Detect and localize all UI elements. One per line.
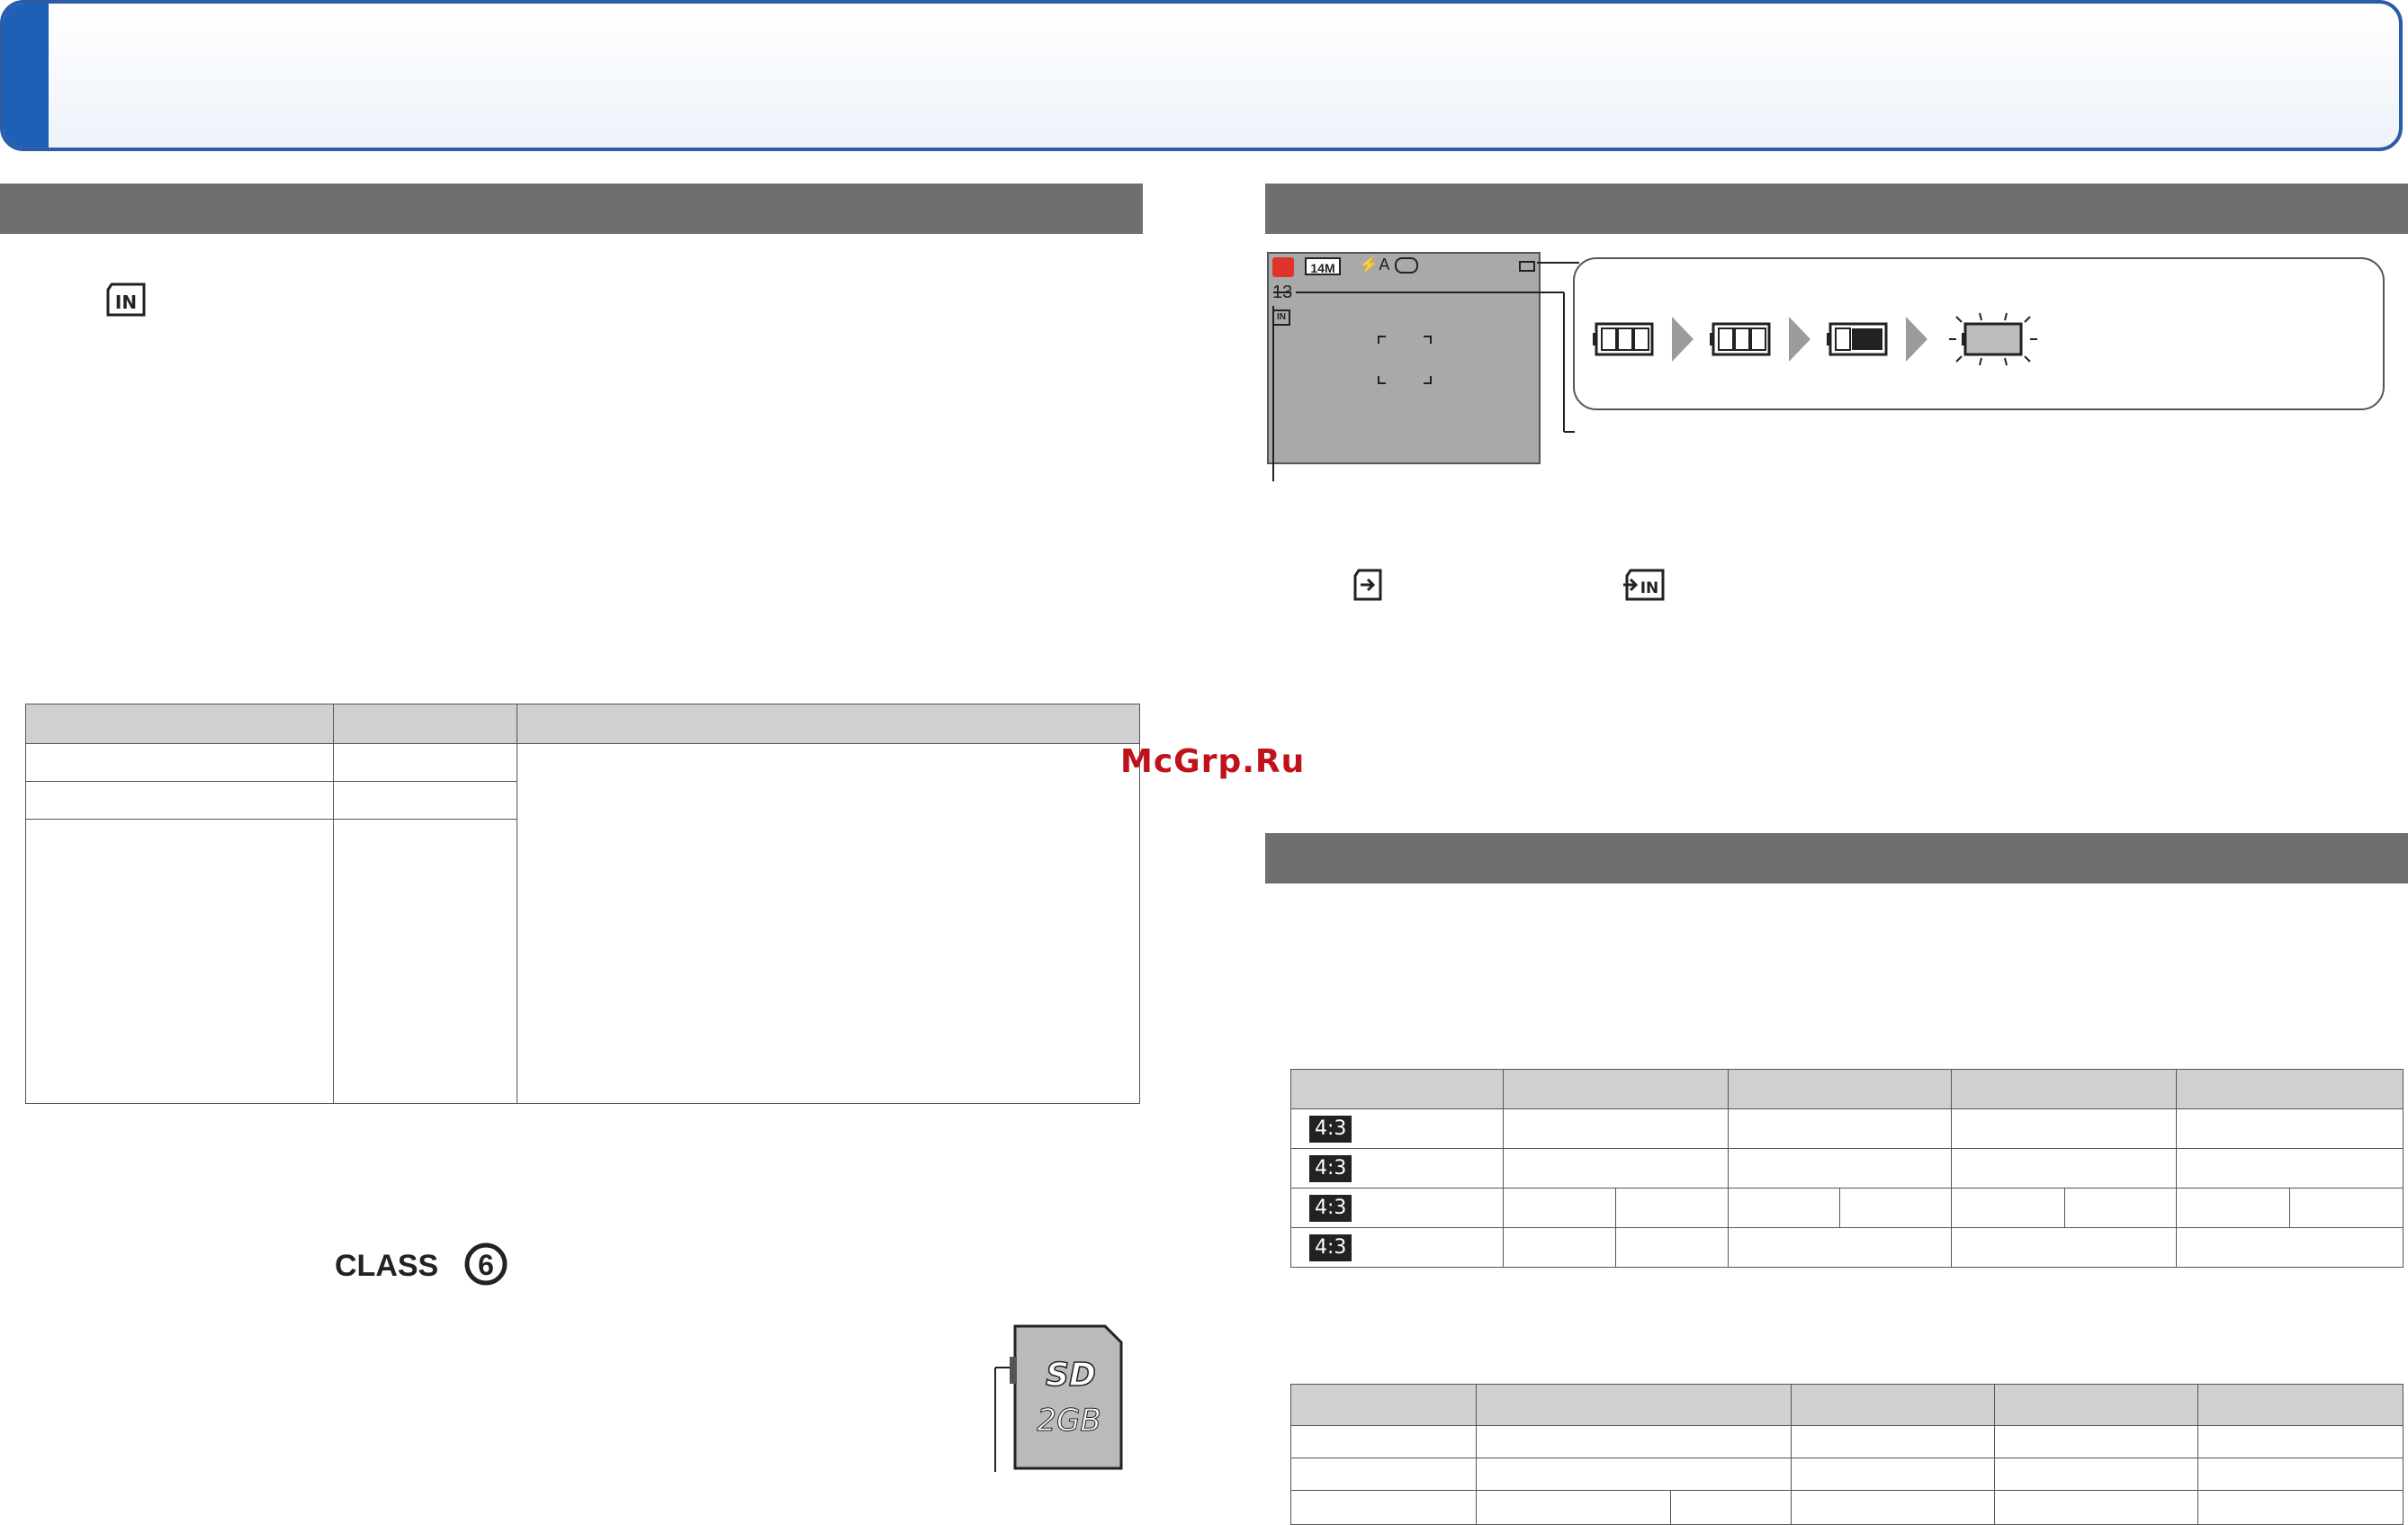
svg-text:SD: SD <box>1046 1357 1096 1394</box>
sd-card-label: 2GB <box>1037 1403 1101 1439</box>
battery-level-sequence <box>1593 313 2037 366</box>
sd-card-illustration: SD 2GB <box>990 1323 1125 1480</box>
card-icon <box>1352 569 1384 606</box>
svg-text:IN: IN <box>1640 579 1659 597</box>
recording-time-table <box>1290 1384 2404 1525</box>
battery-level-callout <box>1573 257 2385 410</box>
page-title-bar <box>0 0 2403 151</box>
svg-text:6: 6 <box>478 1249 494 1281</box>
title-accent <box>4 4 49 148</box>
aspect-ratio-badge: 4:3 <box>1309 1115 1352 1143</box>
copy-to-internal-icon: IN <box>1622 569 1665 606</box>
sd-class-6-logo: CLASS 6 <box>335 1242 515 1291</box>
aspect-ratio-badge: 4:3 <box>1309 1154 1352 1182</box>
table-row: 4:3 <box>1290 1188 2404 1228</box>
callout-lines <box>1272 262 1579 481</box>
internal-memory-icon: IN <box>104 283 148 321</box>
section-bar-left <box>0 184 1143 234</box>
section-bar-right-top <box>1265 184 2408 234</box>
section-bar-right-bottom <box>1265 833 2408 884</box>
table-row <box>1290 1458 2404 1491</box>
table-row <box>1290 1425 2404 1458</box>
table-row <box>1290 1069 2404 1109</box>
watermark: McGrp.Ru <box>1120 743 1306 780</box>
table-row <box>25 704 1140 744</box>
aspect-ratio-badge: 4:3 <box>1309 1233 1352 1261</box>
table-row <box>1290 1384 2404 1426</box>
table-row: 4:3 <box>1290 1108 2404 1149</box>
svg-text:IN: IN <box>115 292 137 313</box>
table-row <box>1290 1490 2404 1525</box>
capacity-table: 4:3 4:3 4:3 4:3 <box>1290 1069 2404 1268</box>
table-row: 4:3 <box>1290 1148 2404 1189</box>
table-row <box>25 743 1140 1104</box>
memory-table <box>25 704 1140 1104</box>
svg-text:CLASS: CLASS <box>335 1249 438 1283</box>
table-row: 4:3 <box>1290 1227 2404 1268</box>
aspect-ratio-badge: 4:3 <box>1309 1194 1352 1222</box>
